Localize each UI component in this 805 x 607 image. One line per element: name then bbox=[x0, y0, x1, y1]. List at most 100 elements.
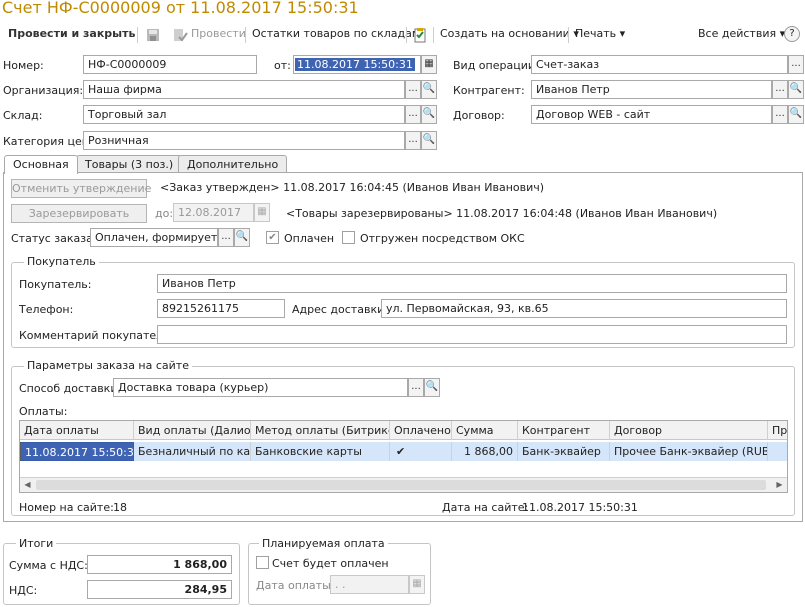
column-header[interactable]: Дата оплаты bbox=[20, 421, 134, 440]
select-dots-button[interactable]: ... bbox=[405, 80, 421, 99]
site-number-label: Номер на сайте: bbox=[19, 501, 114, 514]
price-category-field[interactable]: Розничная bbox=[83, 131, 405, 150]
select-dots-button[interactable]: ... bbox=[405, 131, 421, 150]
paid-label: Оплачен bbox=[284, 232, 335, 245]
search-icon[interactable]: 🔍 bbox=[788, 105, 804, 124]
all-actions-menu[interactable]: Все действия ▾ bbox=[698, 27, 785, 40]
table-cell[interactable] bbox=[768, 442, 787, 461]
delivery-field[interactable]: Доставка товара (курьер) bbox=[113, 378, 408, 397]
table-cell[interactable]: Безналичный по ка... bbox=[134, 442, 251, 461]
order-status-field[interactable]: Оплачен, формируется к bbox=[90, 228, 218, 247]
search-icon[interactable]: 🔍 bbox=[421, 131, 437, 150]
vat-label: НДС: bbox=[9, 584, 38, 597]
reserve-button[interactable]: Зарезервировать bbox=[11, 204, 147, 223]
organization-field[interactable]: Наша фирма bbox=[83, 80, 405, 99]
column-header[interactable]: Сумма bbox=[452, 421, 518, 440]
post-and-close-button[interactable]: Провести и закрыть bbox=[8, 27, 135, 40]
print-label: Печать bbox=[575, 27, 617, 40]
scroll-left-icon[interactable]: ◀ bbox=[20, 478, 35, 492]
column-header[interactable]: Договор bbox=[610, 421, 768, 440]
pay-date-label: Дата оплаты: bbox=[256, 579, 335, 592]
column-header[interactable]: Контрагент bbox=[518, 421, 610, 440]
table-header: Дата оплаты Вид оплаты (Далион) Метод оп… bbox=[20, 421, 787, 440]
until-date-field[interactable]: 12.08.2017 bbox=[173, 203, 254, 222]
table-cell[interactable]: Банк-эквайер bbox=[518, 442, 610, 461]
table-cell[interactable]: Банковские карты bbox=[251, 442, 390, 461]
approval-status-text: <Заказ утвержден> 11.08.2017 16:04:45 (И… bbox=[160, 181, 545, 194]
paid-checkbox[interactable]: ✔ bbox=[266, 231, 279, 244]
buyer-group-title: Покупатель bbox=[24, 255, 99, 268]
organization-label: Организация: bbox=[3, 84, 84, 97]
counterparty-label: Контрагент: bbox=[453, 84, 525, 97]
stock-balances-button[interactable]: Остатки товаров по складам bbox=[252, 27, 420, 40]
calendar-icon[interactable]: ▦ bbox=[254, 203, 270, 222]
post-button[interactable]: Провести bbox=[191, 27, 246, 40]
select-dots-button[interactable]: ... bbox=[218, 228, 234, 247]
search-icon[interactable]: 🔍 bbox=[421, 80, 437, 99]
calendar-icon[interactable]: ▦ bbox=[409, 575, 425, 594]
counterparty-field[interactable]: Иванов Петр bbox=[531, 80, 772, 99]
table-cell[interactable]: 11.08.2017 15:50:31 bbox=[20, 442, 134, 461]
search-icon[interactable]: 🔍 bbox=[424, 378, 440, 397]
column-header[interactable]: Метод оплаты (Битрикс) bbox=[251, 421, 390, 440]
shipped-checkbox[interactable] bbox=[342, 231, 355, 244]
create-based-on-menu[interactable]: Создать на основании ▾ bbox=[440, 27, 579, 40]
column-header[interactable]: Оплачено bbox=[390, 421, 452, 440]
totals-group-title: Итоги bbox=[16, 537, 57, 550]
print-menu[interactable]: Печать ▾ bbox=[575, 27, 625, 40]
address-field[interactable]: ул. Первомайская, 93, кв.65 bbox=[381, 299, 787, 318]
table-cell[interactable]: 1 868,00 bbox=[452, 442, 518, 461]
help-button[interactable]: ? bbox=[784, 26, 800, 42]
address-label: Адрес доставки: bbox=[292, 303, 388, 316]
table-cell[interactable]: Прочее Банк-эквайер (RUB) bbox=[610, 442, 768, 461]
scrollbar-thumb[interactable] bbox=[36, 480, 766, 490]
will-pay-checkbox[interactable] bbox=[256, 556, 269, 569]
price-category-label: Категория цен: bbox=[3, 135, 93, 148]
search-icon[interactable]: 🔍 bbox=[421, 105, 437, 124]
delivery-label: Способ доставки: bbox=[19, 382, 122, 395]
site-params-group-title: Параметры заказа на сайте bbox=[24, 359, 192, 372]
select-dots-button[interactable]: ... bbox=[772, 80, 788, 99]
contract-label: Договор: bbox=[453, 109, 505, 122]
reserve-status-text: <Товары зарезервированы> 11.08.2017 16:0… bbox=[286, 207, 718, 220]
comment-field[interactable] bbox=[157, 325, 787, 344]
column-header[interactable]: Пр bbox=[768, 421, 787, 440]
number-field[interactable]: НФ-С0000009 bbox=[83, 55, 257, 74]
select-dots-button[interactable]: ... bbox=[772, 105, 788, 124]
operation-field[interactable]: Счет-заказ bbox=[531, 55, 788, 74]
save-icon[interactable] bbox=[145, 27, 161, 43]
scroll-right-icon[interactable]: ▶ bbox=[772, 478, 787, 492]
post-icon[interactable] bbox=[172, 27, 188, 43]
contract-field[interactable]: Договор WEB - сайт bbox=[531, 105, 772, 124]
search-icon[interactable]: 🔍 bbox=[788, 80, 804, 99]
warehouse-field[interactable]: Торговый зал bbox=[83, 105, 405, 124]
column-header[interactable]: Вид оплаты (Далион) bbox=[134, 421, 251, 440]
planned-payment-group-title: Планируемая оплата bbox=[259, 537, 388, 550]
select-dots-button[interactable]: ... bbox=[788, 55, 804, 74]
until-label: до: bbox=[155, 207, 174, 220]
window-title: Счет НФ-С0000009 от 11.08.2017 15:50:31 bbox=[2, 0, 359, 17]
table-row[interactable]: 11.08.2017 15:50:31 Безналичный по ка...… bbox=[20, 442, 787, 461]
select-dots-button[interactable]: ... bbox=[408, 378, 424, 397]
payments-table[interactable]: Дата оплаты Вид оплаты (Далион) Метод оп… bbox=[19, 420, 788, 493]
sum-vat-field: 1 868,00 bbox=[87, 555, 232, 574]
phone-field[interactable]: 89215261175 bbox=[157, 299, 285, 318]
planned-payment-group bbox=[248, 543, 431, 605]
pay-date-field[interactable]: . . bbox=[330, 575, 409, 594]
calendar-icon[interactable]: ▦ bbox=[421, 55, 437, 74]
tab-main[interactable]: Основная bbox=[4, 155, 78, 174]
select-dots-button[interactable]: ... bbox=[405, 105, 421, 124]
cancel-approval-button[interactable]: Отменить утверждение bbox=[11, 179, 151, 198]
search-icon[interactable]: 🔍 bbox=[234, 228, 250, 247]
check-mark-icon[interactable]: ✔ bbox=[390, 442, 452, 461]
toolbar-separator bbox=[245, 27, 246, 43]
horizontal-scrollbar[interactable]: ◀ ▶ bbox=[20, 477, 787, 492]
toolbar: Провести и закрыть Провести Остатки това… bbox=[0, 22, 805, 48]
tab-additional[interactable]: Дополнительно bbox=[178, 155, 288, 173]
tab-goods[interactable]: Товары (3 поз.) bbox=[76, 155, 183, 173]
sum-vat-label: Сумма с НДС: bbox=[9, 559, 88, 572]
site-date-label: Дата на сайте: bbox=[442, 501, 529, 514]
report-icon[interactable] bbox=[412, 27, 428, 43]
date-field[interactable]: 11.08.2017 15:50:31 bbox=[293, 55, 421, 74]
buyer-field[interactable]: Иванов Петр bbox=[157, 274, 787, 293]
